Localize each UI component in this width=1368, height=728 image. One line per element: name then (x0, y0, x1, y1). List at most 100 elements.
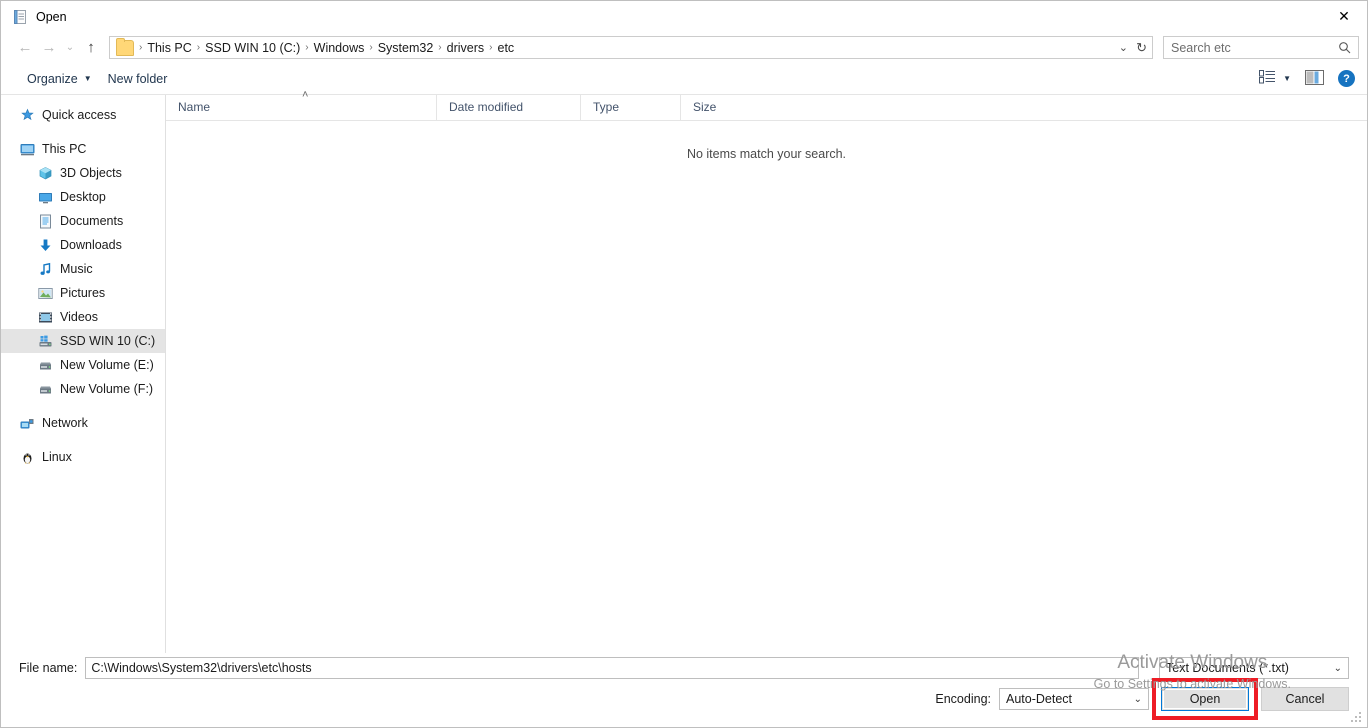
column-header-date-modified[interactable]: Date modified (436, 95, 580, 120)
sidebar-item-label: Network (42, 416, 88, 430)
chevron-down-icon: ▼ (1283, 74, 1291, 83)
sidebar-item-label: New Volume (E:) (60, 358, 154, 372)
sidebar-item-this-pc[interactable]: This PC (1, 137, 165, 161)
breadcrumb-item-etc[interactable]: etc (494, 41, 519, 55)
sidebar-item-documents[interactable]: Documents (1, 209, 165, 233)
open-button-wrapper: Open (1161, 687, 1249, 711)
dialog-footer: Activate Windows Go to Settings to activ… (1, 653, 1367, 727)
sidebar-item-label: Linux (42, 450, 72, 464)
encoding-dropdown[interactable]: Auto-Detect ⌄ (999, 688, 1149, 710)
breadcrumb-item-ssd-win-10-c[interactable]: SSD WIN 10 (C:) (201, 41, 304, 55)
open-button[interactable]: Open (1161, 687, 1249, 711)
folder-icon (116, 40, 134, 56)
star-pin-icon (19, 107, 35, 123)
dialog-body: Quick access This PC (1, 94, 1367, 653)
sidebar-item-label: Pictures (60, 286, 105, 300)
sidebar-item-videos[interactable]: Videos (1, 305, 165, 329)
sidebar-item-label: SSD WIN 10 (C:) (60, 334, 155, 348)
music-note-icon (37, 261, 53, 277)
file-list-pane: Name Date modified Type Size ˄ No items … (166, 95, 1367, 653)
sidebar-item-3d-objects[interactable]: 3D Objects (1, 161, 165, 185)
encoding-value: Auto-Detect (1006, 692, 1128, 706)
chevron-down-icon: ⌄ (1134, 694, 1142, 705)
recent-locations-button[interactable]: ⌄ (61, 37, 79, 59)
sidebar-item-label: Music (60, 262, 93, 276)
search-icon (1338, 41, 1351, 54)
desktop-icon (37, 189, 53, 205)
filename-label: File name: (19, 661, 77, 675)
search-input[interactable] (1164, 40, 1333, 56)
breadcrumb-item-this-pc[interactable]: This PC (143, 41, 195, 55)
view-layout-icon (1259, 70, 1276, 87)
open-file-dialog: Open ✕ ← → ⌄ ↑ › This PC › SSD WIN 10 (C… (0, 0, 1368, 728)
action-row: Encoding: Auto-Detect ⌄ Open Cancel (19, 687, 1349, 711)
column-header-name[interactable]: Name (166, 95, 436, 120)
notepad-icon (12, 9, 28, 25)
new-folder-label: New folder (108, 72, 168, 86)
close-button[interactable]: ✕ (1321, 1, 1367, 31)
title-bar: Open ✕ (1, 1, 1367, 32)
resize-grip[interactable] (1351, 712, 1362, 723)
filetype-dropdown[interactable]: Text Documents (*.txt) ⌄ (1159, 657, 1349, 679)
breadcrumb-item-system32[interactable]: System32 (374, 41, 438, 55)
network-icon (19, 415, 35, 431)
breadcrumb[interactable]: › This PC › SSD WIN 10 (C:) › Windows › … (109, 36, 1153, 59)
sidebar-item-label: This PC (42, 142, 86, 156)
new-folder-button[interactable]: New folder (100, 69, 176, 89)
hard-drive-icon (37, 381, 53, 397)
command-bar-right: ▼ ? (1259, 70, 1355, 88)
chevron-down-icon[interactable]: ⌄ (1119, 41, 1128, 54)
search-box[interactable] (1163, 36, 1359, 59)
column-header-type[interactable]: Type (580, 95, 680, 120)
breadcrumb-item-windows[interactable]: Windows (310, 41, 369, 55)
filename-input[interactable] (85, 657, 1139, 679)
sidebar-item-new-volume-f[interactable]: New Volume (F:) (1, 377, 165, 401)
cube-icon (37, 165, 53, 181)
picture-icon (37, 285, 53, 301)
sidebar-spacer (1, 435, 165, 445)
sidebar-item-quick-access[interactable]: Quick access (1, 103, 165, 127)
sidebar-item-label: Downloads (60, 238, 122, 252)
window-title: Open (36, 10, 67, 24)
document-icon (37, 213, 53, 229)
navigation-pane: Quick access This PC (1, 95, 166, 653)
command-bar: Organize ▼ New folder ▼ (1, 63, 1367, 94)
cancel-button[interactable]: Cancel (1261, 687, 1349, 711)
organize-button[interactable]: Organize ▼ (19, 69, 100, 89)
column-header-size[interactable]: Size (680, 95, 760, 120)
sidebar-item-desktop[interactable]: Desktop (1, 185, 165, 209)
back-button[interactable]: ← (13, 37, 37, 59)
sidebar-item-music[interactable]: Music (1, 257, 165, 281)
sidebar-item-ssd-win-10-c[interactable]: SSD WIN 10 (C:) (1, 329, 165, 353)
up-button[interactable]: ↑ (79, 37, 103, 59)
organize-label: Organize (27, 72, 78, 86)
sidebar-item-downloads[interactable]: Downloads (1, 233, 165, 257)
hard-drive-windows-icon (37, 333, 53, 349)
sidebar-item-label: Desktop (60, 190, 106, 204)
sidebar-item-label: Videos (60, 310, 98, 324)
sort-ascending-icon: ˄ (302, 89, 308, 101)
sidebar-item-label: Documents (60, 214, 123, 228)
filetype-value: Text Documents (*.txt) (1166, 661, 1328, 675)
refresh-icon[interactable]: ↻ (1136, 40, 1147, 56)
download-arrow-icon (37, 237, 53, 253)
hard-drive-icon (37, 357, 53, 373)
encoding-label: Encoding: (935, 692, 991, 706)
sidebar-item-label: Quick access (42, 108, 116, 122)
penguin-icon (19, 449, 35, 465)
video-icon (37, 309, 53, 325)
sidebar-item-new-volume-e[interactable]: New Volume (E:) (1, 353, 165, 377)
sidebar-item-network[interactable]: Network (1, 411, 165, 435)
breadcrumb-item-drivers[interactable]: drivers (443, 41, 489, 55)
empty-list-message: No items match your search. (166, 147, 1367, 161)
filename-row: File name: Text Documents (*.txt) ⌄ (19, 657, 1349, 679)
change-view-button[interactable]: ▼ (1259, 70, 1291, 87)
sidebar-item-pictures[interactable]: Pictures (1, 281, 165, 305)
sidebar-spacer (1, 401, 165, 411)
help-button[interactable]: ? (1338, 70, 1355, 87)
forward-button[interactable]: → (37, 37, 61, 59)
chevron-down-icon: ▼ (84, 74, 92, 83)
sidebar-spacer (1, 127, 165, 137)
preview-pane-button[interactable] (1305, 70, 1324, 88)
sidebar-item-linux[interactable]: Linux (1, 445, 165, 469)
